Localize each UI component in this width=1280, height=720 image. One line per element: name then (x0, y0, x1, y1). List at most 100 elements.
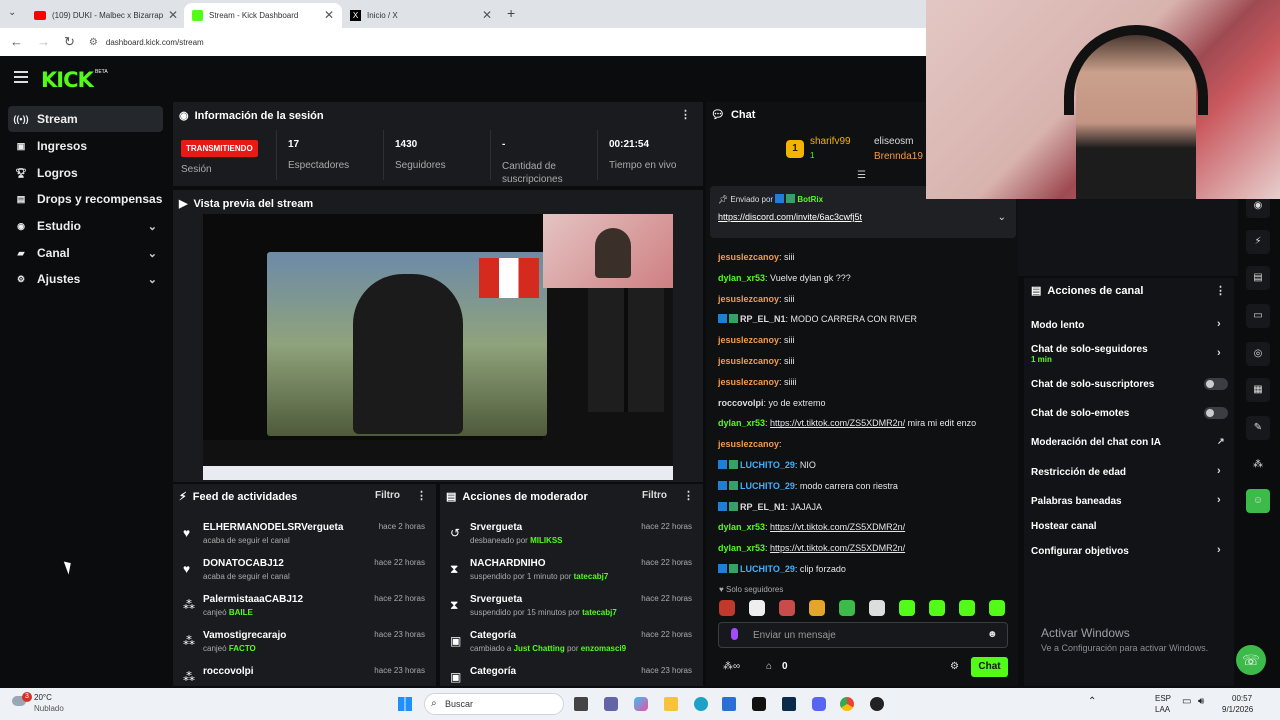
chat-username[interactable]: RP_EL_N1 (740, 502, 786, 512)
chat-username[interactable]: LUCHITO_29 (740, 564, 795, 574)
chat-message[interactable]: dylan_xr53: Vuelve dylan gk ??? (718, 273, 851, 283)
sidebar-item-drops[interactable]: ▤ Drops y recompensas (8, 186, 163, 212)
sidebar-item-ajustes[interactable]: ⚙ Ajustes ⌄ (8, 266, 163, 292)
top-gifter-name[interactable]: Brennda19 (874, 151, 923, 162)
action-ai-moderation[interactable]: Moderación del chat con IA (1031, 437, 1161, 448)
wrench-tool-icon[interactable]: ✎ (1246, 416, 1270, 440)
site-settings-icon[interactable]: ⚙ (89, 37, 98, 48)
chat-message[interactable]: jesuslezcanoy: siii (718, 356, 795, 366)
chat-message[interactable]: jesuslezcanoy: siii (718, 294, 795, 304)
emotes-only-toggle[interactable] (1204, 407, 1228, 419)
menu-icon[interactable] (14, 71, 28, 83)
external-link-icon[interactable]: ↗ (1217, 436, 1225, 447)
chat-username[interactable]: RP_EL_N1 (740, 314, 786, 324)
subs-only-toggle[interactable] (1204, 378, 1228, 390)
more-options-icon[interactable]: ⋮ (680, 108, 691, 121)
chevron-right-icon[interactable]: › (1217, 318, 1221, 330)
emote-icon[interactable] (929, 600, 945, 616)
layout-tool-icon[interactable]: ▦ (1246, 378, 1270, 402)
sidebar-item-stream[interactable]: ((•)) Stream (8, 106, 163, 132)
emote-icon[interactable] (959, 600, 975, 616)
points-icon[interactable]: ⁂∞ (723, 661, 740, 672)
list-item[interactable]: ▣ Categoría hace 23 horas (440, 664, 698, 686)
chat-username[interactable]: dylan_xr53 (718, 522, 765, 532)
list-item[interactable]: ⧗ NACHARDNIHO suspendido por 1 minuto por … (440, 556, 698, 592)
chat-message[interactable]: LUCHITO_29: NIO (718, 460, 816, 470)
chat-message[interactable]: jesuslezcanoy: (718, 439, 782, 449)
list-item[interactable]: ↺ Srvergueta desbaneado por MILIKSS hace 22… (440, 520, 698, 556)
list-item[interactable]: ⁂ Vamostigrecarajo canjeó FACTO hace 23 hor… (173, 628, 431, 664)
file-explorer-icon[interactable] (664, 697, 678, 711)
chat-tool-icon[interactable]: ▭ (1246, 304, 1270, 328)
action-configure-goals[interactable]: Configurar objetivos (1031, 546, 1129, 557)
expand-icon[interactable]: ☰ (857, 170, 866, 181)
taskbar-search[interactable]: ⌕ Buscar (424, 693, 564, 715)
network-icon[interactable]: ▭ (1182, 696, 1191, 707)
action-subs-only[interactable]: Chat de solo-suscriptores (1031, 379, 1154, 390)
chat-link[interactable]: https://vt.tiktok.com/ZS5XDMR2n/ (770, 543, 905, 553)
task-view-icon[interactable] (574, 697, 588, 711)
forward-icon[interactable]: → (37, 34, 50, 50)
chat-link[interactable]: https://vt.tiktok.com/ZS5XDMR2n/ (770, 522, 905, 532)
list-item[interactable]: ♥ ELHERMANODELSRVergueta acaba de seguir e… (173, 520, 431, 556)
new-tab-button[interactable]: + (507, 5, 515, 21)
chat-settings-icon[interactable]: ⚙ (950, 661, 959, 672)
teams-icon[interactable] (604, 697, 618, 711)
chat-username[interactable]: dylan_xr53 (718, 418, 765, 428)
chat-username[interactable]: jesuslezcanoy (718, 356, 779, 366)
obs-icon[interactable] (870, 697, 884, 711)
tab-kick[interactable]: Stream - Kick Dashboard ✕ (184, 3, 342, 28)
chat-message[interactable]: jesuslezcanoy: siii (718, 335, 795, 345)
clock-time[interactable]: 00:57 (1232, 694, 1252, 703)
filter-button[interactable]: Filtro (642, 490, 667, 501)
sidebar-item-estudio[interactable]: ◉ Estudio ⌄ (8, 213, 163, 239)
chat-message[interactable]: LUCHITO_29: modo carrera con riestra (718, 480, 898, 491)
emote-icon[interactable] (779, 600, 795, 616)
store-icon[interactable]: ⌂ (766, 661, 772, 672)
top-gifter-name[interactable]: eliseosm (874, 136, 913, 147)
edge-icon[interactable] (694, 697, 708, 711)
action-host-channel[interactable]: Hostear canal (1031, 521, 1097, 532)
chat-message[interactable]: jesuslezcanoy: siiii (718, 377, 797, 387)
chat-input[interactable]: Enviar un mensaje ☻ (718, 622, 1008, 648)
more-options-icon[interactable]: ⋮ (683, 489, 694, 502)
list-item[interactable]: ⁂ roccovolpi hace 23 horas (173, 664, 431, 686)
pinned-link[interactable]: https://discord.com/invite/6ac3cwfj5t (718, 212, 862, 222)
emote-icon[interactable] (749, 600, 765, 616)
sidebar-item-ingresos[interactable]: ▣ Ingresos (8, 133, 163, 159)
chat-message[interactable]: dylan_xr53: https://vt.tiktok.com/ZS5XDM… (718, 522, 905, 532)
reload-icon[interactable]: ↻ (64, 34, 75, 50)
chrome-icon[interactable] (840, 697, 854, 711)
action-banned-words[interactable]: Palabras baneadas (1031, 496, 1122, 507)
chat-username[interactable]: jesuslezcanoy (718, 294, 779, 304)
tab-list-chevron-icon[interactable]: ⌄ (8, 7, 16, 18)
chat-username[interactable]: dylan_xr53 (718, 273, 765, 283)
action-emotes-only[interactable]: Chat de solo-emotes (1031, 408, 1129, 419)
chat-username[interactable]: dylan_xr53 (718, 543, 765, 553)
chat-username[interactable]: jesuslezcanoy (718, 335, 779, 345)
photoshop-icon[interactable] (782, 697, 796, 711)
windows-start-icon[interactable] (398, 697, 412, 711)
emote-icon[interactable] (869, 600, 885, 616)
kick-logo[interactable]: KICK (41, 68, 94, 92)
emote-icon[interactable] (719, 600, 735, 616)
sidebar-item-logros[interactable]: 🏆︎ Logros (8, 160, 163, 186)
chat-message[interactable]: dylan_xr53: https://vt.tiktok.com/ZS5XDM… (718, 543, 905, 553)
send-chat-button[interactable]: Chat (971, 657, 1008, 677)
action-slow-mode[interactable]: Modo lento (1031, 320, 1084, 331)
emote-icon[interactable] (839, 600, 855, 616)
filter-button[interactable]: Filtro (375, 490, 400, 501)
list-item[interactable]: ⁂ PalermistaaaCABJ12 canjeó BAILE hace 22 h… (173, 592, 431, 628)
discord-icon[interactable] (812, 697, 826, 711)
chat-link[interactable]: https://vt.tiktok.com/ZS5XDMR2n/ (770, 418, 905, 428)
tab-x[interactable]: X Inicio / X ✕ (342, 3, 500, 28)
chat-username[interactable]: jesuslezcanoy (718, 377, 779, 387)
action-age-restriction[interactable]: Restricción de edad (1031, 467, 1126, 478)
chat-username[interactable]: jesuslezcanoy (718, 439, 779, 449)
list-item[interactable]: ⧗ Srvergueta suspendido por 15 minutos por… (440, 592, 698, 628)
points-tool-icon[interactable]: ⁂ (1246, 453, 1270, 477)
list-item[interactable]: ▣ Categoría cambiado a Just Chatting por e… (440, 628, 698, 664)
emote-icon[interactable] (809, 600, 825, 616)
chat-message[interactable]: RP_EL_N1: MODO CARRERA CON RIVER (718, 314, 917, 324)
list-item[interactable]: ♥ DONATOCABJ12 acaba de seguir el canal hac… (173, 556, 431, 592)
